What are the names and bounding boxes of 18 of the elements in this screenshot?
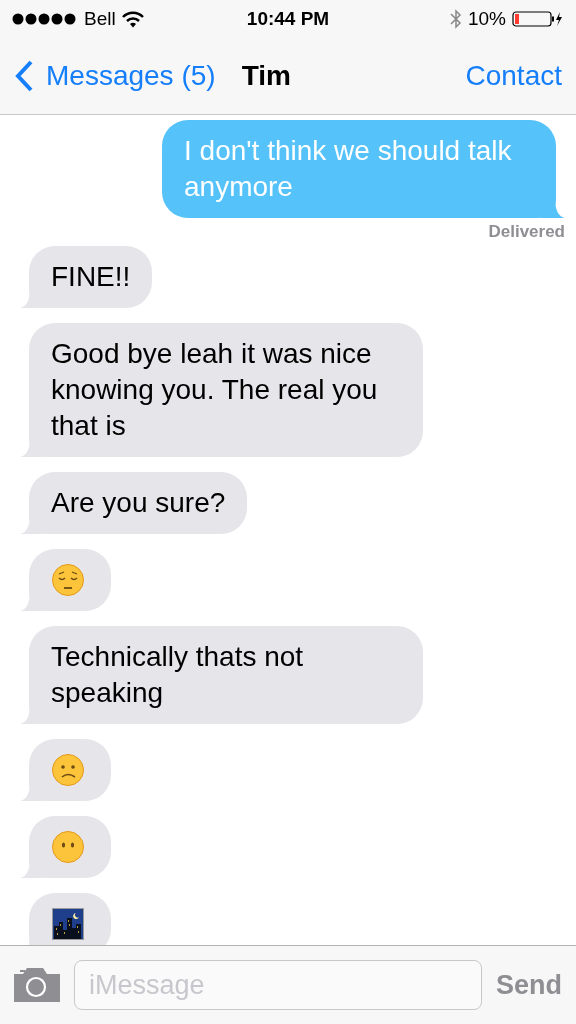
pensive-face-icon [51,563,85,597]
chevron-left-icon [14,59,34,93]
night-city-icon [52,908,84,940]
wifi-icon [121,10,144,28]
bluetooth-icon [449,8,462,30]
delivered-status: Delivered [488,222,565,242]
battery-charging-icon [512,10,564,28]
back-button[interactable]: Messages (5) [14,59,216,93]
confused-face-icon [51,753,85,787]
camera-icon [14,968,60,1002]
clock-time: 10:44 PM [246,8,330,30]
send-button[interactable]: Send [496,969,562,1001]
contact-button[interactable]: Contact [465,60,562,92]
conversation-title: Tim [241,60,291,92]
battery-percent: 10% [467,8,506,30]
carrier-name: Bell [84,8,116,30]
face-without-mouth-icon [51,830,85,864]
signal-icon [12,13,78,25]
